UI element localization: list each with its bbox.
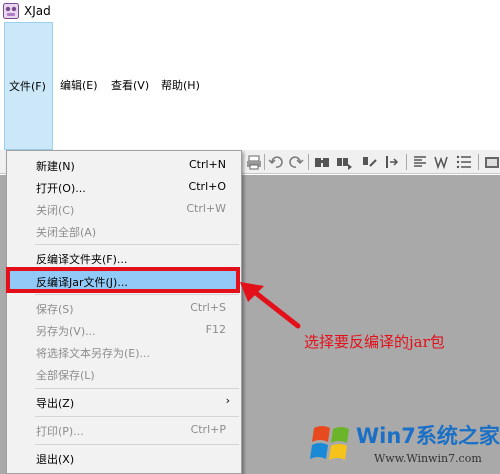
menu-item-print[interactable]: 打印(P)... Ctrl+P [8,419,240,441]
menu-item-label: 保存(S) [36,303,74,316]
menu-item-save-as[interactable]: 另存为(V)... F12 [8,319,240,341]
word-wrap-icon[interactable] [434,154,450,170]
watermark: Win7系统之家 Www.Winwin7.com [304,416,500,474]
menu-item-decompile-folder[interactable]: 反编译文件夹(F)... [8,247,240,269]
find-icon[interactable] [314,154,330,170]
menu-item-shortcut: Ctrl+N [188,158,226,171]
menu-item-shortcut: F12 [205,323,226,336]
menu-item-label: 另存为(V)... [36,325,96,338]
menu-separator [35,244,239,245]
list-icon[interactable] [456,154,472,170]
menu-item-label: 导出(Z) [36,397,75,410]
menu-item-label: 打印(P)... [36,425,84,438]
menu-item-close-all[interactable]: 关闭全部(A) [8,220,240,242]
goto-icon[interactable] [384,154,400,170]
menu-item-save-selection-as[interactable]: 将选择文本另存为(E)... [8,341,240,363]
toolbar-separator [478,154,479,170]
watermark-url: Www.Winwin7.com [374,452,482,465]
watermark-text: Win7系统之家 [356,424,500,448]
menu-edit[interactable]: 编辑(E) [56,22,102,150]
toolbar-separator [406,154,407,170]
print-icon[interactable] [246,154,262,170]
redo-icon[interactable] [288,154,304,170]
annotation-highlight-box [6,267,240,293]
menu-view[interactable]: 查看(V) [107,22,153,150]
menu-item-label: 关闭全部(A) [36,226,97,239]
menu-help[interactable]: 帮助(H) [157,22,204,150]
menu-separator [35,416,239,417]
annotation-arrow-icon [240,282,301,329]
menu-item-label: 全部保存(L) [36,369,95,382]
windows-logo-icon [310,426,349,460]
align-icon[interactable] [412,154,428,170]
replace-icon[interactable] [362,154,378,170]
title-bar: XJad [0,0,500,22]
menu-item-shortcut: Ctrl+W [186,202,226,215]
menu-bar: 文件(F) 编辑(E) 查看(V) 帮助(H) [0,22,500,150]
menu-item-export[interactable]: 导出(Z) › [8,391,240,413]
menu-item-exit[interactable]: 退出(X) [8,447,240,469]
menu-item-label: 打开(O)... [36,182,86,195]
menu-item-label: 将选择文本另存为(E)... [36,347,151,360]
chevron-right-icon: › [225,394,230,407]
menu-item-save[interactable]: 保存(S) Ctrl+S [8,297,240,319]
menu-item-shortcut: Ctrl+P [190,423,226,436]
menu-item-label: 退出(X) [36,453,75,466]
annotation-text: 选择要反编译的jar包 [304,333,445,351]
toolbar-separator [308,154,309,170]
menu-separator [35,294,239,295]
find-next-icon[interactable] [336,154,352,170]
xjad-app-icon [3,3,19,19]
menu-item-shortcut: Ctrl+S [190,301,226,314]
menu-item-close[interactable]: 关闭(C) Ctrl+W [8,198,240,220]
toolbar-separator [264,154,265,170]
undo-icon[interactable] [268,154,284,170]
menu-item-open[interactable]: 打开(O)... Ctrl+O [8,176,240,198]
menu-item-label: 新建(N) [36,160,75,173]
menu-item-label: 反编译文件夹(F)... [36,253,128,266]
file-menu-dropdown: 新建(N) Ctrl+N 打开(O)... Ctrl+O 关闭(C) Ctrl+… [6,150,242,474]
menu-item-save-all[interactable]: 全部保存(L) [8,363,240,385]
menu-file[interactable]: 文件(F) [4,22,53,150]
menu-separator [35,444,239,445]
menu-item-label: 关闭(C) [36,204,75,217]
menu-item-shortcut: Ctrl+O [188,180,226,193]
menu-item-new[interactable]: 新建(N) Ctrl+N [8,154,240,176]
settings-icon[interactable] [484,154,500,170]
window-title: XJad [24,4,51,18]
menu-separator [35,388,239,389]
